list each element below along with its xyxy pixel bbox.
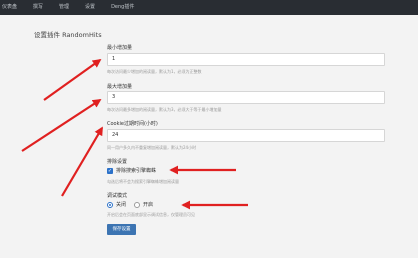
debug-heading: 调试模式	[107, 193, 128, 199]
exclude-spiders-label: 排除搜索引擎蜘蛛	[116, 168, 157, 174]
debug-option-off[interactable]: 关闭	[107, 201, 126, 208]
nav-item-manage[interactable]: 管理	[51, 0, 77, 15]
debug-off-radio[interactable]	[107, 201, 113, 208]
debug-radio-group: 关闭 开启	[107, 201, 161, 208]
debug-on-radio[interactable]	[134, 201, 141, 208]
exclude-heading: 排除设置	[107, 159, 128, 165]
min-increment-input[interactable]: 1	[107, 53, 385, 66]
cookie-expire-help: 同一用户多久内不重复增加阅读量，默认为24小时	[107, 145, 197, 150]
min-increment-help: 每次访问最少增加的阅读量，默认为1，必须为正整数	[107, 69, 202, 74]
debug-option-on[interactable]: 开启	[134, 201, 153, 208]
nav-item-deng-plugins[interactable]: Deng插件	[103, 0, 142, 15]
exclude-spiders-option[interactable]: ✓ 排除搜索引擎蜘蛛	[107, 167, 156, 174]
debug-on-label: 开启	[143, 202, 154, 208]
max-increment-input[interactable]: 3	[107, 91, 385, 104]
max-increment-label: 最大增加量	[107, 84, 133, 90]
cookie-expire-label: Cookie过期时间(小时)	[107, 121, 158, 127]
max-increment-help: 每次访问最多增加的阅读量，默认为3，必须大于等于最小增加量	[107, 107, 222, 112]
nav-item-settings[interactable]: 设置	[77, 0, 103, 15]
cookie-expire-input[interactable]: 24	[107, 129, 385, 142]
page-title: 设置插件 RandomHits	[34, 31, 102, 39]
nav-item-write[interactable]: 撰写	[25, 0, 51, 15]
exclude-help: 勾选后将不会为搜索引擎蜘蛛增加阅读量	[107, 179, 179, 184]
debug-help: 开启后会在页面底部显示调试信息，仅管理员可见	[107, 212, 195, 217]
top-navigation-bar: 仪表盘 撰写 管理 设置 Deng插件	[0, 0, 418, 15]
save-settings-button[interactable]: 保存设置	[107, 224, 136, 235]
nav-item-dashboard[interactable]: 仪表盘	[0, 0, 25, 15]
debug-off-label: 关闭	[116, 202, 127, 208]
min-increment-label: 最小增加量	[107, 45, 133, 51]
exclude-spiders-checkbox[interactable]: ✓	[107, 167, 113, 174]
